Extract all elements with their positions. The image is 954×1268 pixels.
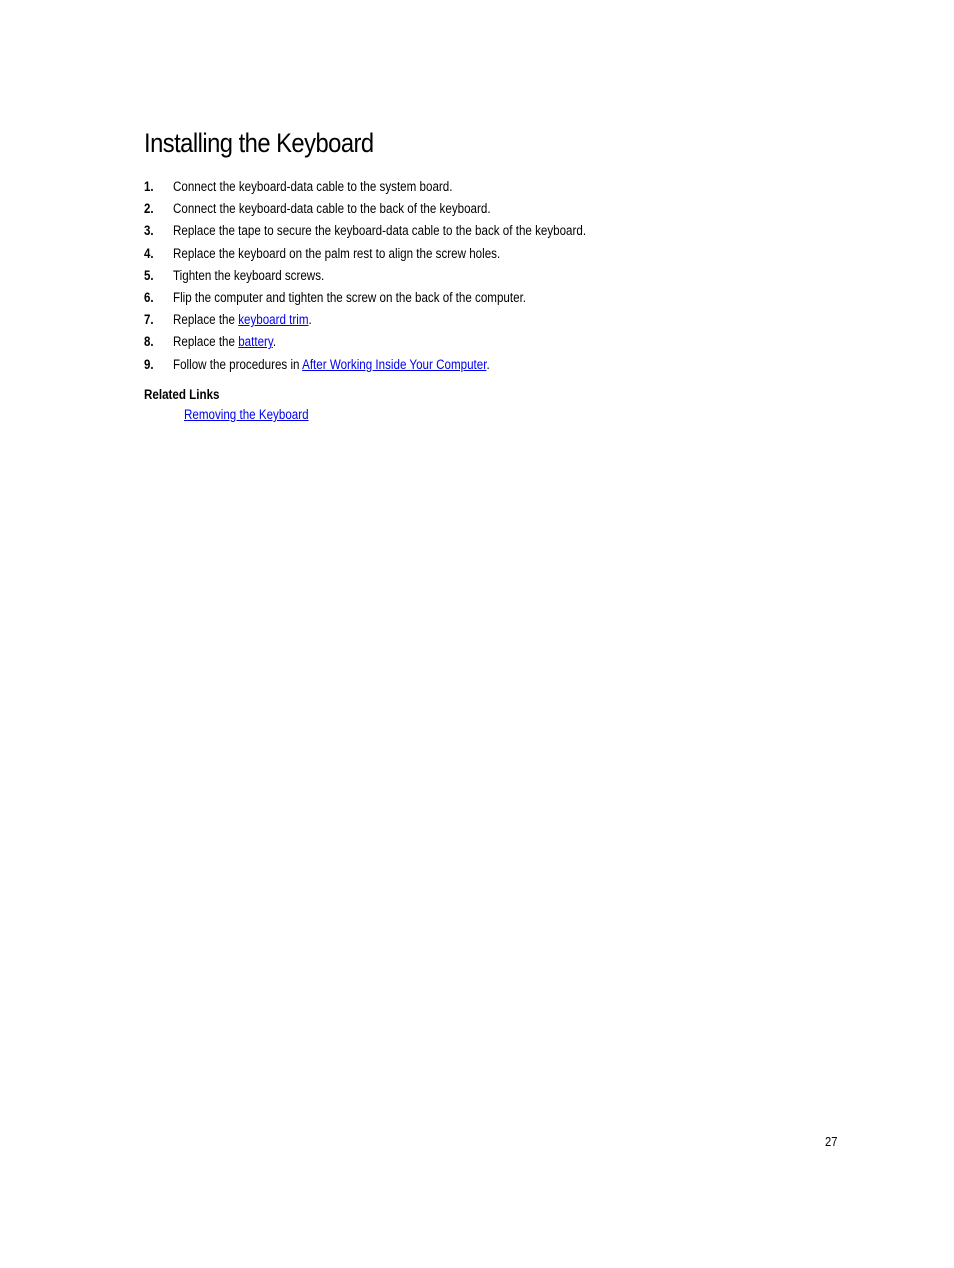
step-item: 8. Replace the battery. [144,333,653,355]
step-number: 5. [144,267,154,283]
step-number: 7. [144,312,154,328]
step-link[interactable]: After Working Inside Your Computer [302,357,486,372]
step-text: Replace the keyboard on the palm rest to… [173,245,500,263]
page-title: Installing the Keyboard [144,128,374,158]
step-text: Replace the keyboard trim. [173,311,312,329]
step-text-segment: Replace the tape to secure the keyboard-… [173,223,587,239]
step-number: 2. [144,201,154,217]
step-number: 1. [144,179,154,194]
step-text-segment: Replace the [173,334,239,350]
step-link[interactable]: battery [238,334,273,349]
step-text: Connect the keyboard-data cable to the s… [173,178,452,196]
step-number: 3. [144,223,154,239]
step-item: 9. Follow the procedures in After Working… [144,356,653,378]
step-item: 6. Flip the computer and tighten the scre… [144,289,653,311]
removing-keyboard-link[interactable]: Removing the Keyboard [184,407,309,422]
step-item: 1. Connect the keyboard-data cable to the… [144,178,653,200]
step-text-segment: Connect the keyboard-data cable to the s… [173,179,453,194]
step-text-segment: . [272,334,277,350]
related-links-heading: Related Links [144,387,220,402]
page-number: 27 [825,1134,838,1149]
step-item: 2. Connect the keyboard-data cable to the… [144,200,653,222]
step-number: 8. [144,334,154,350]
step-item: 3. Replace the tape to secure the keyboar… [144,222,653,244]
step-link[interactable]: keyboard trim [238,312,308,327]
step-number: 9. [144,356,154,372]
step-item: 7. Replace the keyboard trim. [144,311,653,333]
step-text: Replace the tape to secure the keyboard-… [173,222,586,240]
step-text-segment: Replace the keyboard on the palm rest to… [173,245,501,261]
step-number: 4. [144,245,154,261]
step-number: 6. [144,289,154,305]
step-text: Follow the procedures in After Working I… [173,356,490,374]
step-item: 4. Replace the keyboard on the palm rest … [144,245,653,267]
step-text: Tighten the keyboard screws. [173,267,324,285]
step-text-segment: Follow the procedures in [173,356,303,372]
step-text-segment: Replace the [173,312,239,328]
step-text: Replace the battery. [173,333,276,351]
step-text-segment: Tighten the keyboard screws. [173,267,325,283]
step-text-segment: Connect the keyboard-data cable to the b… [173,201,491,217]
step-text: Connect the keyboard-data cable to the b… [173,200,491,218]
step-text-segment: . [486,356,490,372]
step-text-segment: Flip the computer and tighten the screw … [173,289,527,305]
step-item: 5. Tighten the keyboard screws. [144,267,653,289]
step-text-segment: . [308,312,312,328]
steps-list: 1. Connect the keyboard-data cable to the… [144,178,653,378]
step-text: Flip the computer and tighten the screw … [173,289,526,307]
